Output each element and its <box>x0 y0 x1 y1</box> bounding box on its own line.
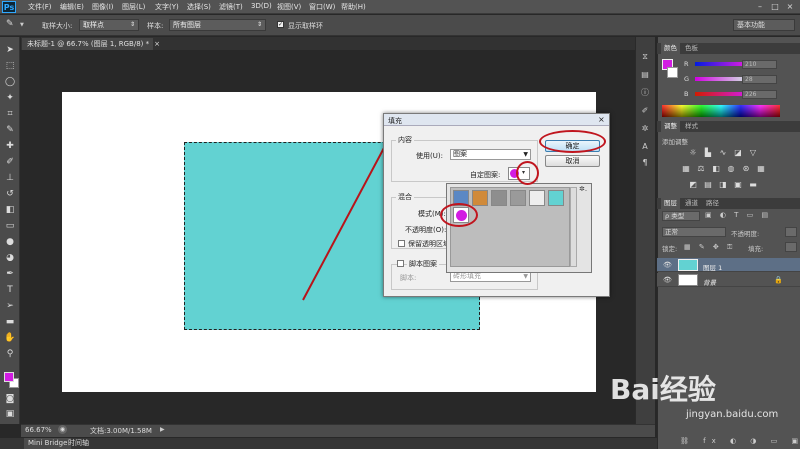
fill-label: 填充: <box>748 245 764 253</box>
layer-filter-icons[interactable]: ▣ ◐ T ▭ ▤ <box>705 211 771 219</box>
channel-b-value[interactable]: 226 <box>742 90 777 99</box>
paragraph-panel-icon[interactable]: ¶ <box>640 158 650 168</box>
custom-pattern-label: 自定图案: <box>470 171 501 179</box>
dialog-close-icon[interactable]: × <box>598 115 605 124</box>
hue-icon[interactable]: ▦ <box>681 164 691 174</box>
chevron-down-icon: ▼ <box>523 151 528 158</box>
bw-icon[interactable]: ◧ <box>711 164 721 174</box>
dialog-titlebar <box>384 114 609 126</box>
annotation-circle-ok <box>539 130 606 153</box>
layer-thumbnail <box>678 259 698 271</box>
curves-icon[interactable]: ∿ <box>718 148 728 158</box>
tab-channels[interactable]: 通道 <box>682 198 701 209</box>
zoom-level[interactable]: 66.67% <box>25 426 52 434</box>
vibrance-icon[interactable]: ▽ <box>748 148 758 158</box>
script-value: 砖形填充 <box>453 272 481 280</box>
opacity-label: 不透明度: <box>731 230 760 238</box>
invert-icon[interactable]: ◩ <box>688 180 698 190</box>
pattern-gear-icon[interactable]: ✲. <box>579 185 587 193</box>
baidu-watermark-url: jingyan.baidu.com <box>686 409 779 420</box>
blend-group-label: 混合 <box>396 192 414 202</box>
use-label: 使用(U): <box>416 152 443 160</box>
annotation-circle-picker <box>516 161 539 185</box>
tab-styles[interactable]: 样式 <box>682 121 701 132</box>
pattern-swatch[interactable] <box>548 190 564 206</box>
use-select[interactable]: 图案 ▼ <box>450 149 531 160</box>
mixer-icon[interactable]: ⊛ <box>741 164 751 174</box>
channel-g-label: G <box>684 75 690 83</box>
pattern-swatch[interactable] <box>491 190 507 206</box>
lock-label: 锁定: <box>662 245 678 253</box>
selective-color-icon[interactable]: ▣ <box>733 180 743 190</box>
annotation-circle-pattern <box>440 203 478 227</box>
opacity-input[interactable] <box>785 227 797 237</box>
posterize-icon[interactable]: ▤ <box>703 180 713 190</box>
balance-icon[interactable]: ⚖ <box>696 164 706 174</box>
preserve-label: 保留透明区域 <box>408 240 450 248</box>
brush-panel-icon[interactable]: ✐ <box>640 106 650 116</box>
channel-b-label: B <box>684 90 689 98</box>
preserve-checkbox[interactable] <box>398 240 405 247</box>
visibility-eye-icon[interactable]: 👁 <box>663 261 673 269</box>
fill-input[interactable] <box>785 242 797 252</box>
tab-color[interactable]: 颜色 <box>661 43 680 54</box>
tab-timeline[interactable]: 时间轴 <box>64 438 93 449</box>
tab-layers[interactable]: 图层 <box>661 198 680 209</box>
channel-g-value[interactable]: 28 <box>742 75 777 84</box>
color-spectrum[interactable] <box>662 105 780 117</box>
layers-footer-icons[interactable]: ⛓ fx ◐ ◑ ▭ ▣ 🗑 <box>680 437 800 445</box>
content-group-label: 内容 <box>396 135 414 145</box>
chevron-down-icon: ▼ <box>523 273 528 280</box>
layer-thumbnail <box>678 274 698 286</box>
pattern-scrollbar[interactable] <box>570 187 577 267</box>
pattern-swatch[interactable] <box>510 190 526 206</box>
history-panel-icon[interactable]: ⧖ <box>640 52 650 62</box>
photo-filter-icon[interactable]: ◍ <box>726 164 736 174</box>
properties-panel-icon[interactable]: ▤ <box>640 70 650 80</box>
dialog-title: 填充 <box>388 117 402 125</box>
character-panel-icon[interactable]: A <box>640 142 650 152</box>
blend-mode-select[interactable]: 正常 <box>662 227 726 237</box>
use-value: 图案 <box>453 150 467 158</box>
pattern-swatch[interactable] <box>472 190 488 206</box>
clone-source-icon[interactable]: ✲ <box>640 124 650 134</box>
script-label: 脚本图案 <box>407 259 439 269</box>
gradient-map-icon[interactable]: ▬ <box>748 180 758 190</box>
visibility-eye-icon[interactable]: 👁 <box>663 276 673 284</box>
tab-swatches[interactable]: 色板 <box>682 43 701 54</box>
lookup-icon[interactable]: ▦ <box>756 164 766 174</box>
threshold-icon[interactable]: ◨ <box>718 180 728 190</box>
lock-icon: 🔒 <box>774 276 783 284</box>
lock-icons[interactable]: ▦ ✎ ✥ ⚿ <box>684 243 735 252</box>
tab-adjustments[interactable]: 调整 <box>661 121 680 132</box>
tab-paths[interactable]: 路径 <box>703 198 722 209</box>
opacity-label: 不透明度(O): <box>405 226 447 234</box>
exposure-icon[interactable]: ◪ <box>733 148 743 158</box>
layer-name[interactable]: 图层 1 <box>703 262 722 272</box>
document-size: 文档:3.00M/1.58M <box>90 427 152 435</box>
info-panel-icon[interactable]: ⓘ <box>640 88 650 98</box>
pattern-swatch[interactable] <box>529 190 545 206</box>
channel-r-value[interactable]: 210 <box>742 60 777 69</box>
status-expand-icon[interactable]: ▶ <box>160 426 165 433</box>
levels-icon[interactable]: ▙ <box>703 148 713 158</box>
script-sub-label: 脚本: <box>400 274 417 282</box>
layer-name[interactable]: 背景 <box>703 277 716 287</box>
baidu-watermark-logo: Bai经验 <box>610 373 716 406</box>
adjust-hint: 添加调整 <box>662 138 688 146</box>
script-checkbox[interactable] <box>397 260 404 267</box>
channel-r-label: R <box>684 60 689 68</box>
cancel-button[interactable]: 取消 <box>545 155 600 167</box>
export-icon[interactable]: ◉ <box>58 425 67 434</box>
layer-filter-select[interactable]: ρ 类型 <box>662 211 700 221</box>
brightness-icon[interactable]: ☼ <box>688 148 698 158</box>
panel-background-swatch[interactable] <box>667 67 678 78</box>
